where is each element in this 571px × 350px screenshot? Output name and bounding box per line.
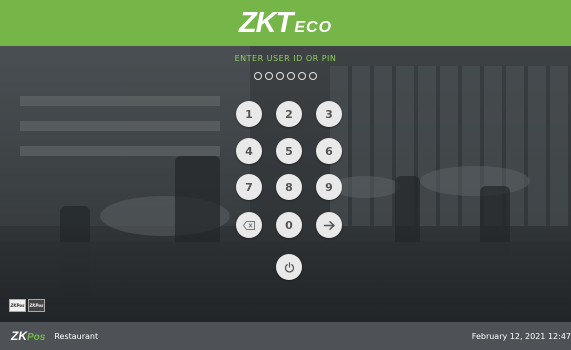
date-time: February 12, 2021 12:47	[471, 331, 571, 341]
footer-brand-pos: Pos	[27, 332, 46, 343]
status-bar: ZKPos Restaurant February 12, 2021 12:47	[0, 322, 571, 350]
key-4[interactable]: 4	[236, 138, 262, 164]
key-3[interactable]: 3	[316, 101, 342, 127]
zkteco-logo: ZK T ECO	[238, 6, 333, 39]
pin-dot	[287, 72, 295, 80]
key-2[interactable]: 2	[276, 101, 302, 127]
logo-eco-text: ECO	[294, 18, 333, 36]
key-5[interactable]: 5	[276, 138, 302, 164]
key-1[interactable]: 1	[236, 101, 262, 127]
key-6[interactable]: 6	[316, 138, 342, 164]
submit-button[interactable]	[316, 212, 342, 238]
key-0[interactable]: 0	[276, 212, 302, 238]
pin-dot	[309, 72, 317, 80]
logo-t-text: T	[275, 6, 294, 39]
app-name: Restaurant	[54, 331, 99, 341]
pin-dot	[298, 72, 306, 80]
backspace-button[interactable]	[236, 212, 262, 238]
pin-indicator	[0, 72, 571, 80]
pin-dot	[254, 72, 262, 80]
enter-pin-prompt: ENTER USER ID OR PIN	[234, 54, 337, 63]
key-9[interactable]: 9	[316, 174, 342, 200]
app-header: ZK T ECO	[0, 0, 571, 46]
zkpos-logo: ZKPos	[11, 329, 45, 343]
logo-zk-text: ZK	[238, 6, 277, 39]
zkpos-badge-alt[interactable]: ZKPos	[28, 299, 45, 312]
power-icon	[284, 261, 294, 272]
key-7[interactable]: 7	[236, 174, 262, 200]
app-badges: ZKPos ZKPos	[9, 299, 45, 312]
key-8[interactable]: 8	[276, 174, 302, 200]
arrow-right-icon	[323, 220, 335, 230]
power-button[interactable]	[276, 254, 302, 280]
pin-dot	[276, 72, 284, 80]
footer-brand-zk: ZK	[11, 329, 27, 343]
zkpos-badge[interactable]: ZKPos	[9, 299, 26, 312]
pin-dot	[265, 72, 273, 80]
backspace-icon	[243, 220, 255, 230]
